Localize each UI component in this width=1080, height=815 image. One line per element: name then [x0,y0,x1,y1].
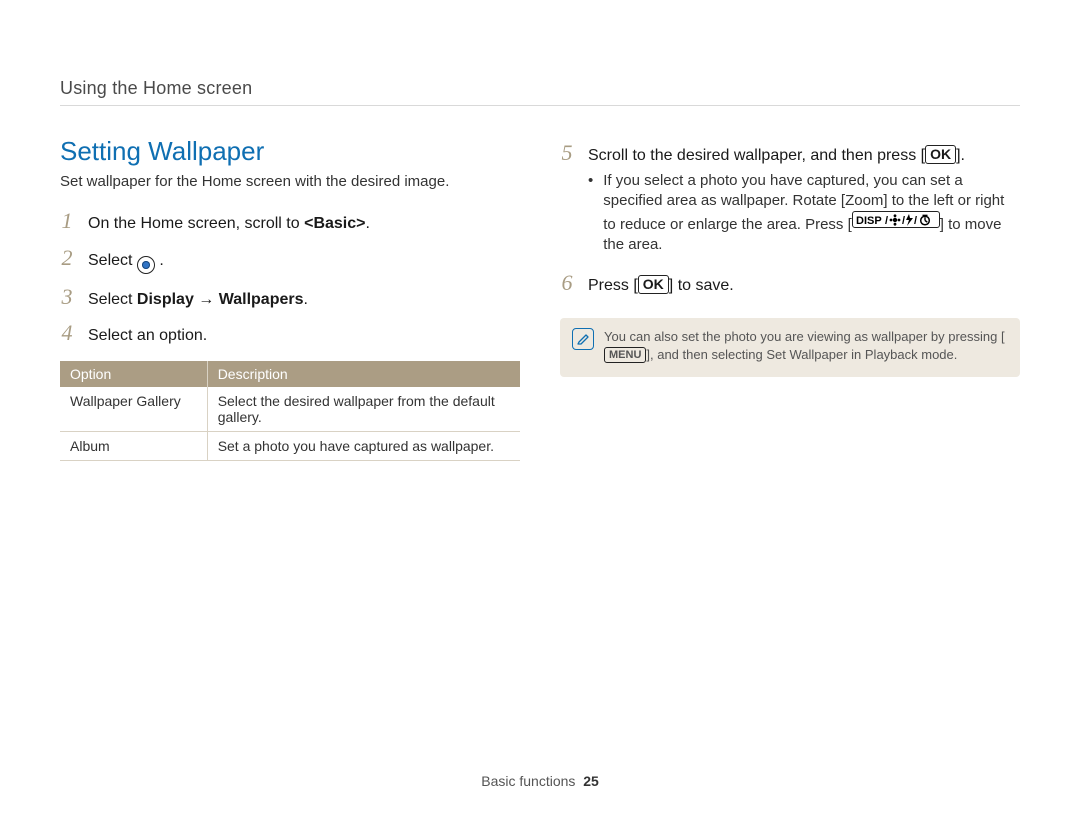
page-footer: Basic functions 25 [0,773,1080,789]
step-text: Press [OK] to save. [588,275,734,297]
step-5-bullet: • If you select a photo you have capture… [560,171,1020,256]
text: in Playback mode. [848,347,958,362]
svg-text:/: / [885,215,888,227]
description-cell: Set a photo you have captured as wallpap… [207,431,520,460]
text: ]. [956,147,965,164]
step-6: 6 Press [OK] to save. [560,270,1020,297]
step-number: 4 [60,320,74,346]
text: Select [88,291,137,308]
left-column: Setting Wallpaper Set wallpaper for the … [60,136,520,461]
right-column: 5 Scroll to the desired wallpaper, and t… [560,136,1020,461]
tip-text: You can also set the photo you are viewi… [604,328,1008,363]
basic-label: <Basic> [304,215,365,232]
step-text: Select an option. [88,325,207,347]
svg-text:/: / [914,215,917,227]
text: Scroll to the desired wallpaper, and the… [588,147,925,164]
step-4: 4 Select an option. [60,320,520,347]
text: Press [ [588,277,638,294]
table-row: Album Set a photo you have captured as w… [60,431,520,460]
footer-section-label: Basic functions [481,773,575,789]
text: On the Home screen, scroll to [88,215,304,232]
ok-key-icon: OK [925,145,956,164]
display-label: Display [137,291,194,308]
menu-key-icon: MENU [604,347,646,363]
bullet-text: If you select a photo you have captured,… [603,171,1020,256]
svg-text:DISP: DISP [856,215,882,227]
option-cell: Wallpaper Gallery [60,387,207,432]
options-table: Option Description Wallpaper Gallery Sel… [60,361,520,461]
wallpapers-label: Wallpapers [219,291,304,308]
table-header-description: Description [207,361,520,387]
text: ], and then selecting [646,347,766,362]
step-text: Select . [88,250,164,274]
manual-page: Using the Home screen Setting Wallpaper … [0,0,1080,815]
step-number: 3 [60,284,74,310]
text: . [365,215,369,232]
step-text: Scroll to the desired wallpaper, and the… [588,145,965,167]
text: ] to save. [669,277,734,294]
step-2: 2 Select . [60,245,520,274]
arrow: → [194,291,219,308]
zoom-label: Zoom [845,192,883,209]
description-cell: Select the desired wallpaper from the de… [207,387,520,432]
table-header-option: Option [60,361,207,387]
step-3: 3 Select Display → Wallpapers. [60,284,520,311]
bullet-dot: • [588,171,593,256]
section-heading: Setting Wallpaper [60,136,520,167]
text: . [159,252,163,269]
disp-nav-key-icon: DISP / / / [852,211,940,228]
step-text: On the Home screen, scroll to <Basic>. [88,213,370,235]
section-intro: Set wallpaper for the Home screen with t… [60,173,520,190]
table-row: Wallpaper Gallery Select the desired wal… [60,387,520,432]
text: Select [88,252,137,269]
ok-key-icon: OK [638,275,669,294]
tip-note: You can also set the photo you are viewi… [560,318,1020,377]
step-number: 6 [560,270,574,296]
step-1: 1 On the Home screen, scroll to <Basic>. [60,208,520,235]
breadcrumb: Using the Home screen [60,78,1020,106]
text: You can also set the photo you are viewi… [604,329,1005,344]
page-number: 25 [583,773,599,789]
settings-dot-icon [137,256,155,274]
two-column-layout: Setting Wallpaper Set wallpaper for the … [60,136,1020,461]
step-5: 5 Scroll to the desired wallpaper, and t… [560,140,1020,167]
step-number: 2 [60,245,74,271]
svg-text:/: / [902,215,905,227]
set-wallpaper-label: Set Wallpaper [766,347,847,362]
step-number: 5 [560,140,574,166]
text: . [304,291,308,308]
note-icon [572,328,594,350]
step-number: 1 [60,208,74,234]
step-text: Select Display → Wallpapers. [88,289,308,311]
option-cell: Album [60,431,207,460]
